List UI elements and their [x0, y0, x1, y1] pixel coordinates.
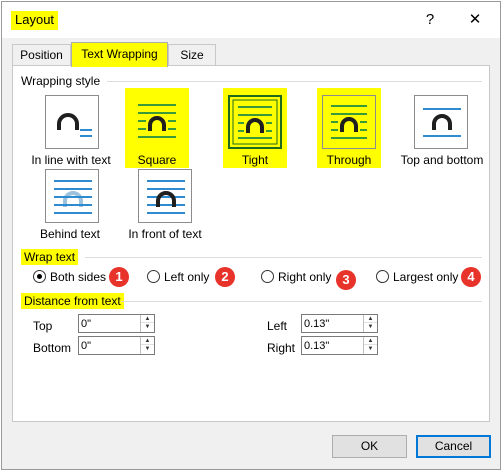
text-wrapping-panel: Wrapping style In line with text Square …	[12, 65, 490, 422]
spin-up-icon[interactable]: ▲	[364, 337, 377, 345]
badge-1: 1	[109, 267, 129, 287]
style-behind-text[interactable]: Behind text	[33, 166, 107, 242]
separator	[85, 257, 482, 258]
radio-largest-only[interactable]: Largest only 4	[376, 266, 484, 288]
left-spinner[interactable]: ▲ ▼	[301, 314, 378, 333]
style-label: Tight	[241, 153, 269, 167]
style-in-line-with-text[interactable]: In line with text	[21, 92, 121, 167]
bottom-input[interactable]	[81, 338, 138, 353]
tab-size[interactable]: Size	[168, 44, 216, 66]
radio-left-only[interactable]: Left only 2	[147, 266, 247, 288]
style-in-front-of-text[interactable]: In front of text	[123, 166, 207, 242]
style-through[interactable]: Through	[317, 88, 381, 168]
tab-strip: Position Text Wrapping Size	[12, 42, 492, 67]
top-label: Top	[33, 319, 53, 333]
badge-2: 2	[215, 267, 235, 287]
style-label: Behind text	[39, 227, 101, 241]
bottom-label: Bottom	[33, 341, 72, 355]
bottom-spinner[interactable]: ▲ ▼	[78, 336, 155, 355]
radio-both-sides[interactable]: Both sides 1	[33, 266, 133, 288]
wrapping-style-heading: Wrapping style	[21, 74, 101, 88]
spin-down-icon[interactable]: ▼	[141, 323, 154, 331]
style-label: Through	[326, 153, 372, 167]
spinner-arrows: ▲ ▼	[140, 337, 154, 354]
inline-with-text-icon	[45, 95, 99, 149]
wrap-text-heading: Wrap text	[21, 249, 79, 265]
right-label: Right	[267, 341, 296, 355]
badge-4: 4	[461, 267, 481, 287]
spin-up-icon[interactable]: ▲	[141, 315, 154, 323]
in-front-of-text-icon	[138, 169, 192, 223]
spin-down-icon[interactable]: ▼	[364, 345, 377, 353]
spin-up-icon[interactable]: ▲	[364, 315, 377, 323]
top-spinner[interactable]: ▲ ▼	[78, 314, 155, 333]
radio-label: Left only	[164, 270, 210, 284]
spin-up-icon[interactable]: ▲	[141, 337, 154, 345]
radio-label: Largest only	[393, 270, 459, 284]
spin-down-icon[interactable]: ▼	[141, 345, 154, 353]
title-bar: Layout ? ✕	[2, 2, 500, 38]
dialog-title: Layout	[11, 11, 59, 30]
style-label: Square	[137, 153, 177, 167]
tab-text-wrapping[interactable]: Text Wrapping	[71, 42, 168, 67]
left-label: Left	[267, 319, 288, 333]
tab-position[interactable]: Position	[12, 44, 71, 66]
help-button[interactable]: ?	[420, 10, 440, 30]
tight-wrap-icon	[228, 95, 282, 149]
spinner-arrows: ▲ ▼	[140, 315, 154, 332]
square-wrap-icon	[130, 95, 184, 149]
radio-label: Both sides	[50, 270, 107, 284]
top-input[interactable]	[81, 316, 138, 331]
spinner-arrows: ▲ ▼	[363, 315, 377, 332]
left-input[interactable]	[304, 316, 361, 331]
radio-right-only[interactable]: Right only 3	[261, 266, 371, 292]
right-input[interactable]	[304, 338, 361, 353]
layout-dialog: Layout ? ✕ Position Text Wrapping Size W…	[1, 1, 501, 470]
radio-button[interactable]	[33, 270, 46, 283]
distance-heading: Distance from text	[21, 293, 124, 309]
top-and-bottom-icon	[414, 95, 468, 149]
spin-down-icon[interactable]: ▼	[364, 323, 377, 331]
radio-button[interactable]	[376, 270, 389, 283]
badge-3: 3	[336, 270, 356, 290]
spinner-arrows: ▲ ▼	[363, 337, 377, 354]
separator	[121, 301, 482, 302]
cancel-button[interactable]: Cancel	[416, 435, 491, 458]
style-label: Top and bottom	[400, 153, 484, 167]
style-label: In line with text	[31, 153, 111, 167]
right-spinner[interactable]: ▲ ▼	[301, 336, 378, 355]
radio-label: Right only	[278, 270, 332, 284]
behind-text-icon	[45, 169, 99, 223]
style-top-and-bottom[interactable]: Top and bottom	[397, 92, 487, 167]
style-square[interactable]: Square	[125, 88, 189, 168]
style-tight[interactable]: Tight	[223, 88, 287, 168]
style-label: In front of text	[128, 227, 202, 241]
radio-button[interactable]	[261, 270, 274, 283]
radio-button[interactable]	[147, 270, 160, 283]
close-button[interactable]: ✕	[465, 10, 485, 30]
ok-button[interactable]: OK	[332, 435, 407, 458]
through-wrap-icon	[322, 95, 376, 149]
separator	[107, 81, 482, 82]
